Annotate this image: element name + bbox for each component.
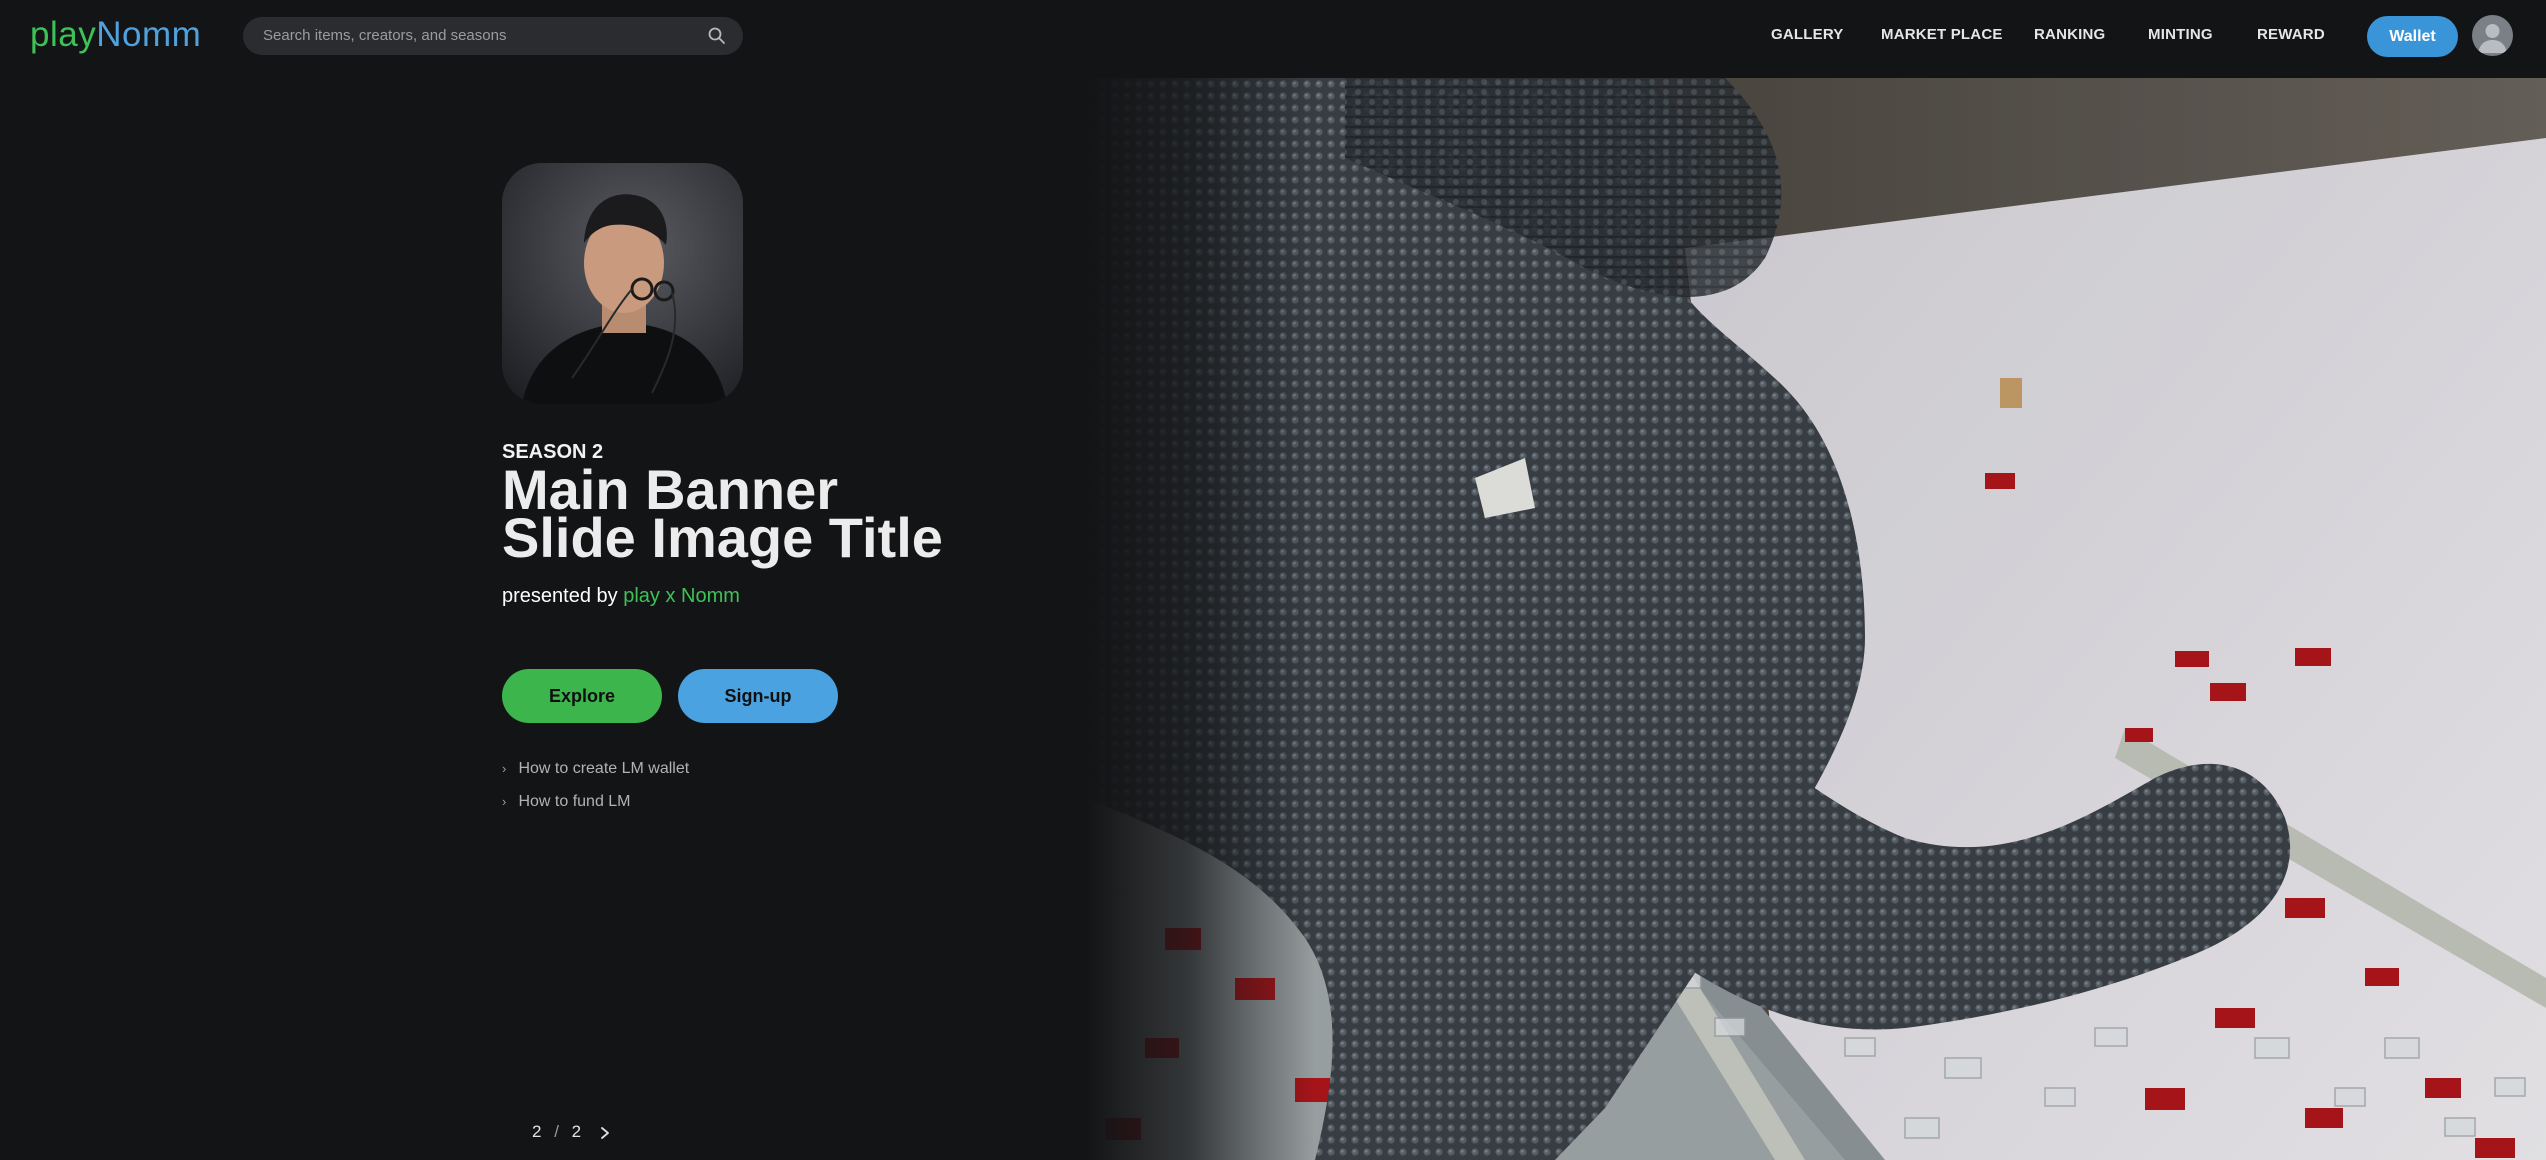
nav-minting[interactable]: MINTING — [2148, 26, 2213, 44]
explore-button[interactable]: Explore — [502, 669, 662, 723]
top-nav-bar: playNomm Search items, creators, and sea… — [0, 0, 2546, 78]
creator-photo — [502, 163, 743, 404]
nav-market-place[interactable]: MARKET PLACE — [1881, 26, 2003, 44]
page: playNomm Search items, creators, and sea… — [0, 0, 2546, 1160]
nav-gallery[interactable]: GALLERY — [1771, 26, 1844, 44]
chevron-right-icon: › — [502, 794, 507, 809]
nav-ranking[interactable]: RANKING — [2034, 26, 2105, 44]
logo-play: play — [30, 15, 97, 54]
banner-title-line-2: Slide Image Title — [502, 506, 943, 569]
presented-brand[interactable]: play x Nomm — [623, 585, 740, 607]
link-fund-lm[interactable]: › How to fund LM — [502, 792, 631, 812]
banner-title: Main Banner Slide Image Title — [502, 462, 1062, 569]
presented-prefix: presented by — [502, 585, 618, 607]
hero-fade-overlay — [1085, 78, 1315, 1160]
slide-pager: 2 / 2 — [532, 1122, 612, 1142]
wallet-button[interactable]: Wallet — [2367, 16, 2458, 57]
link-fund-lm-label: How to fund LM — [518, 793, 631, 810]
link-create-wallet[interactable]: › How to create LM wallet — [502, 759, 689, 779]
user-avatar[interactable] — [2472, 15, 2513, 56]
nav-reward[interactable]: REWARD — [2257, 26, 2325, 44]
user-icon — [2478, 24, 2507, 53]
pager-current: 2 — [532, 1122, 542, 1141]
search-icon[interactable] — [707, 26, 727, 46]
playnomm-logo[interactable]: playNomm — [30, 13, 201, 57]
logo-nomm: Nomm — [96, 15, 202, 54]
chevron-right-icon[interactable] — [598, 1126, 612, 1140]
link-create-wallet-label: How to create LM wallet — [518, 760, 690, 777]
pager-total: 2 — [571, 1122, 582, 1141]
sign-up-button[interactable]: Sign-up — [678, 669, 838, 723]
search-input[interactable]: Search items, creators, and seasons — [243, 17, 743, 55]
chevron-right-icon: › — [502, 761, 507, 776]
pager-separator: / — [554, 1122, 559, 1141]
search-placeholder: Search items, creators, and seasons — [263, 27, 507, 44]
presented-by: presented by play x Nomm — [502, 584, 740, 608]
